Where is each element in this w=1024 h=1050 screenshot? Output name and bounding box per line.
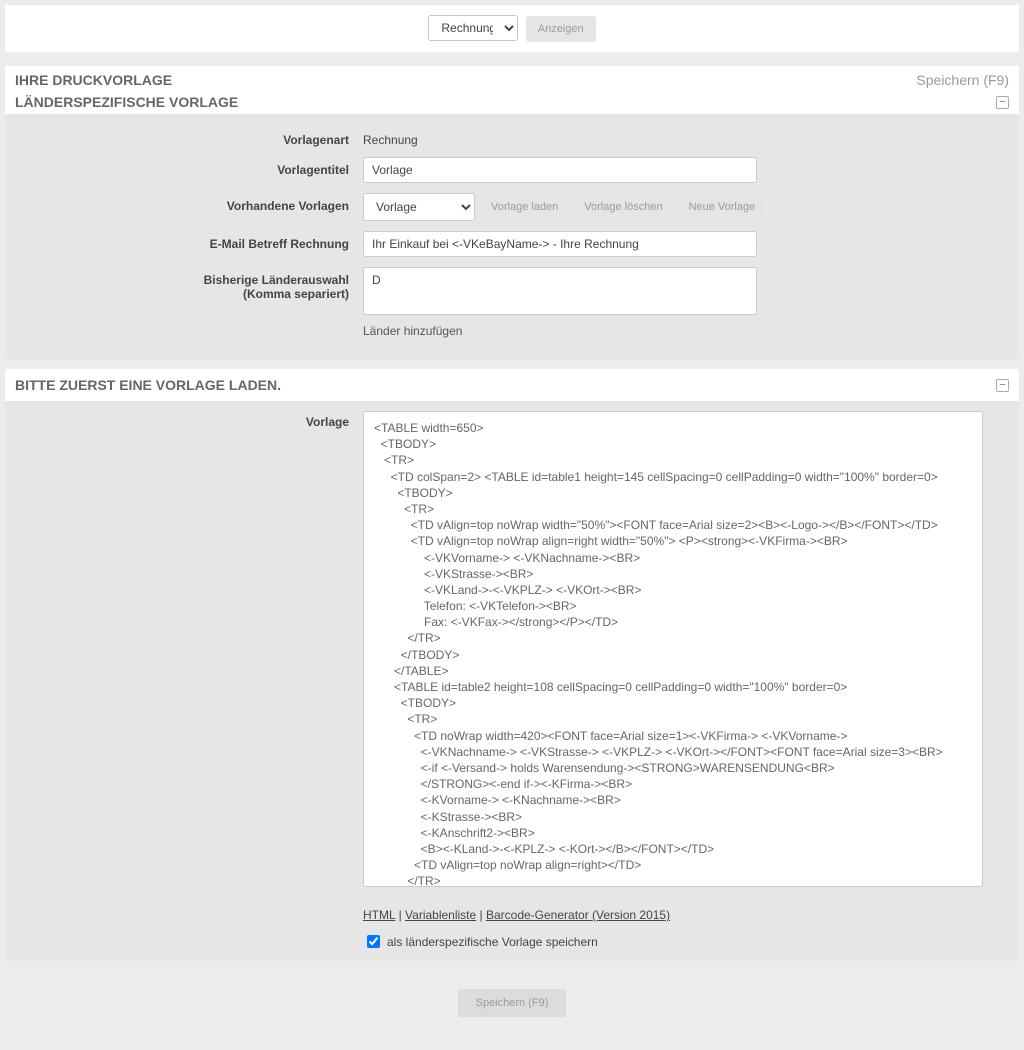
- template-config-section: IHRE DRUCKVORLAGE Speichern (F9) LÄNDERS…: [5, 66, 1019, 359]
- form-area: Vorlagenart Rechnung Vorlagentitel Vorha…: [5, 114, 1019, 359]
- top-bar: Rechnung Anzeigen: [5, 5, 1019, 52]
- sub-header: LÄNDERSPEZIFISCHE VORLAGE −: [5, 90, 1019, 114]
- type-select[interactable]: Rechnung: [428, 15, 518, 41]
- label-template: Vorlage: [15, 411, 363, 429]
- load-template-button[interactable]: Vorlage laden: [481, 195, 568, 219]
- label-email: E-Mail Betreff Rechnung: [15, 231, 363, 251]
- label-laender: Bisherige Länderauswahl (Komma separiert…: [15, 267, 363, 301]
- template-editor-section: BITTE ZUERST EINE VORLAGE LADEN. − Vorla…: [5, 369, 1019, 961]
- template-code-editor[interactable]: [363, 411, 983, 887]
- link-barcode-generator[interactable]: Barcode-Generator (Version 2015): [486, 908, 670, 922]
- collapse-icon[interactable]: −: [996, 379, 1009, 392]
- label-vorlagenart: Vorlagenart: [15, 127, 363, 147]
- label-vorhandene: Vorhandene Vorlagen: [15, 193, 363, 213]
- sub-title: LÄNDERSPEZIFISCHE VORLAGE: [15, 94, 238, 110]
- input-email-subject[interactable]: [363, 231, 757, 257]
- editor-links: HTML | Variablenliste | Barcode-Generato…: [363, 908, 1009, 922]
- add-countries-link[interactable]: Länder hinzufügen: [363, 324, 1009, 338]
- value-vorlagenart: Rechnung: [363, 127, 1009, 147]
- link-html[interactable]: HTML: [363, 908, 395, 922]
- section-header: IHRE DRUCKVORLAGE Speichern (F9): [5, 66, 1019, 90]
- delete-template-button[interactable]: Vorlage löschen: [574, 195, 672, 219]
- country-specific-checkbox[interactable]: [367, 935, 380, 948]
- link-variablenliste[interactable]: Variablenliste: [405, 908, 476, 922]
- show-button[interactable]: Anzeigen: [526, 16, 596, 42]
- editor-area: Vorlage HTML | Variablenliste | Barcode-…: [5, 401, 1019, 961]
- new-template-button[interactable]: Neue Vorlage: [679, 195, 766, 219]
- section-title: IHRE DRUCKVORLAGE: [15, 72, 172, 88]
- label-vorlagentitel: Vorlagentitel: [15, 157, 363, 177]
- input-country-selection[interactable]: [363, 267, 757, 315]
- select-template[interactable]: Vorlage: [363, 193, 475, 221]
- save-hint: Speichern (F9): [916, 72, 1009, 88]
- editor-title: BITTE ZUERST EINE VORLAGE LADEN.: [15, 377, 281, 393]
- collapse-icon[interactable]: −: [996, 96, 1009, 109]
- footer-bar: Speichern (F9): [5, 971, 1019, 1045]
- checkbox-label: als länderspezifische Vorlage speichern: [387, 935, 598, 949]
- save-button[interactable]: Speichern (F9): [458, 989, 567, 1017]
- input-vorlagentitel[interactable]: [363, 157, 757, 183]
